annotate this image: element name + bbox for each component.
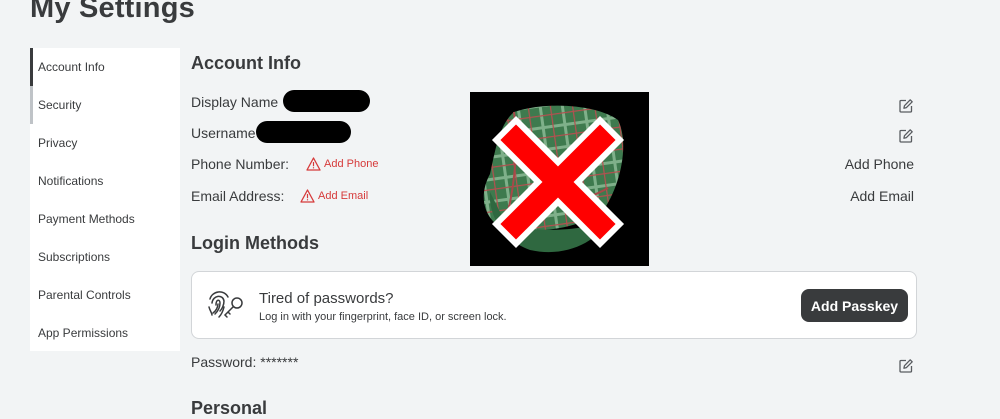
sidebar-item-label: Privacy xyxy=(38,136,78,150)
display-name-label: Display Name xyxy=(191,94,279,110)
pencil-edit-icon[interactable] xyxy=(898,98,914,114)
sidebar-item-app-permissions[interactable]: App Permissions xyxy=(30,314,180,352)
add-phone-link[interactable]: Add Phone xyxy=(820,156,914,172)
sidebar-item-label: Parental Controls xyxy=(38,288,131,302)
phone-number-label: Phone Number: xyxy=(191,156,290,172)
sidebar-item-subscriptions[interactable]: Subscriptions xyxy=(30,238,180,276)
email-warning-text[interactable]: Add Email xyxy=(318,190,368,202)
page-title: My Settings xyxy=(30,0,195,24)
personal-heading: Personal xyxy=(191,398,268,418)
redacted-username xyxy=(256,121,351,143)
fingerprint-key-icon xyxy=(208,291,243,318)
account-info-heading: Account Info xyxy=(191,53,301,73)
username-label: Username xyxy=(191,125,256,141)
email-address-label: Email Address: xyxy=(191,188,285,204)
pencil-edit-icon[interactable] xyxy=(898,128,914,144)
sidebar-item-account-info[interactable]: Account Info xyxy=(30,48,180,86)
sidebar-item-privacy[interactable]: Privacy xyxy=(30,124,180,162)
warning-triangle-icon xyxy=(306,157,321,171)
avatar-hat-image xyxy=(470,92,649,266)
sidebar-item-label: Payment Methods xyxy=(38,212,135,226)
warning-triangle-icon xyxy=(300,189,315,203)
add-passkey-button[interactable]: Add Passkey xyxy=(801,289,908,322)
phone-warning-text[interactable]: Add Phone xyxy=(324,158,378,170)
add-email-link[interactable]: Add Email xyxy=(820,188,914,204)
sidebar-item-parental-controls[interactable]: Parental Controls xyxy=(30,276,180,314)
password-label: Password: ******* xyxy=(191,354,299,370)
passkey-title: Tired of passwords? xyxy=(259,290,394,307)
passkey-subtitle: Log in with your fingerprint, face ID, o… xyxy=(259,311,507,323)
email-warning: Add Email xyxy=(300,189,368,203)
sidebar-item-label: App Permissions xyxy=(38,326,129,340)
sidebar-item-security[interactable]: Security xyxy=(30,86,180,124)
settings-sidebar: Account Info Security Privacy Notificati… xyxy=(30,48,180,351)
sidebar-item-notifications[interactable]: Notifications xyxy=(30,162,180,200)
sidebar-item-label: Account Info xyxy=(38,60,105,74)
sidebar-item-label: Security xyxy=(38,98,82,112)
login-methods-heading: Login Methods xyxy=(191,233,319,253)
sidebar-item-payment-methods[interactable]: Payment Methods xyxy=(30,200,180,238)
phone-warning: Add Phone xyxy=(306,157,378,171)
pencil-edit-icon[interactable] xyxy=(898,358,914,374)
sidebar-item-label: Subscriptions xyxy=(38,250,111,264)
sidebar-item-label: Notifications xyxy=(38,174,104,188)
redacted-display-name xyxy=(283,90,370,112)
passkey-card: Tired of passwords? Log in with your fin… xyxy=(191,271,917,339)
